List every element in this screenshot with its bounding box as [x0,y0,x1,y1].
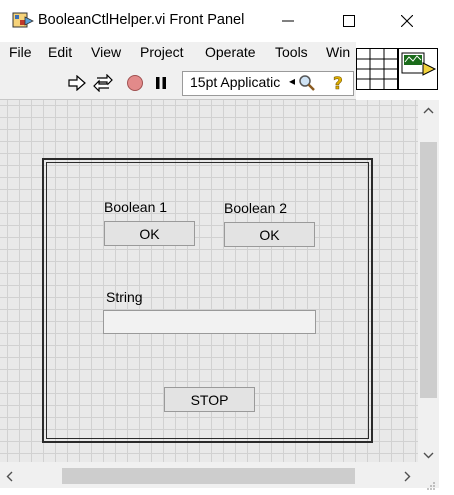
boolean1-label: Boolean 1 [104,199,168,215]
close-button[interactable] [384,6,430,36]
scroll-right-arrow-icon[interactable] [400,469,414,488]
scroll-up-arrow-icon[interactable] [421,103,436,122]
help-icon[interactable]: ? [330,73,350,93]
menu-file[interactable]: File [9,44,32,60]
menu-view[interactable]: View [91,44,121,60]
horizontal-scroll-thumb[interactable] [62,468,355,484]
resize-grip-icon[interactable] [426,476,436,495]
svg-text:?: ? [333,74,343,93]
string-label: String [106,289,143,305]
menu-project[interactable]: Project [140,44,184,60]
font-selector[interactable]: 15pt Applicatic [182,71,354,96]
vertical-scroll-thumb[interactable] [420,142,437,398]
menu-edit[interactable]: Edit [48,44,72,60]
menu-window[interactable]: Win [326,44,350,60]
vi-icon[interactable] [398,48,438,90]
window-title: BooleanCtlHelper.vi Front Panel [38,12,245,28]
font-selector-arrow-icon: ◂ [289,74,296,88]
boolean2-ok-button[interactable]: OK [224,222,315,247]
connector-pane-icon[interactable] [356,48,398,90]
string-input[interactable] [103,310,316,334]
boolean1-ok-button[interactable]: OK [104,221,195,246]
pause-icon[interactable] [151,73,171,93]
scroll-left-arrow-icon[interactable] [3,469,17,488]
maximize-button[interactable] [326,6,372,36]
run-arrow-icon[interactable] [67,73,87,93]
boolean2-label: Boolean 2 [224,200,288,216]
run-continuously-icon[interactable] [93,73,113,93]
menu-tools[interactable]: Tools [275,44,308,60]
labview-vi-icon [12,11,34,31]
search-icon[interactable] [298,74,316,92]
abort-execution-icon[interactable] [125,73,145,93]
font-selector-arrow-area[interactable]: ◂ [289,74,319,92]
minimize-button[interactable] [265,6,311,36]
font-selector-value: 15pt Applicatic [190,74,281,90]
desktop-background [439,0,454,488]
menu-operate[interactable]: Operate [205,44,256,60]
stop-button[interactable]: STOP [164,387,255,412]
